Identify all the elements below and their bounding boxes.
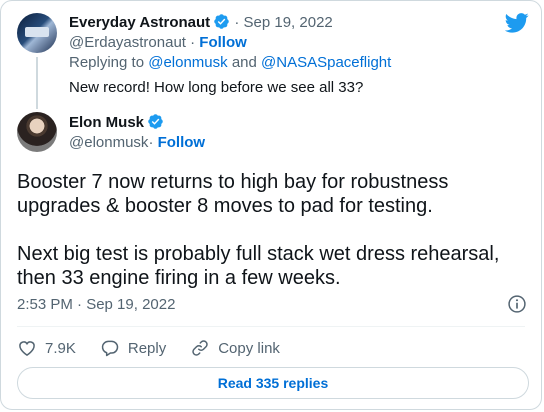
separator: · <box>148 134 154 151</box>
avatar[interactable] <box>17 112 57 152</box>
like-button[interactable]: 7.9K <box>17 338 76 358</box>
heart-icon <box>19 341 35 356</box>
parent-handle-line: @Erdayastronaut · Follow <box>69 33 247 53</box>
verified-badge-icon <box>148 114 163 129</box>
author-name[interactable]: Elon Musk <box>69 114 144 131</box>
tweet-actions: 7.9K Reply Copy link <box>17 336 304 360</box>
separator: · <box>234 14 240 31</box>
info-icon[interactable] <box>507 294 527 314</box>
speech-bubble-icon <box>101 340 119 357</box>
follow-button[interactable]: Follow <box>199 34 247 51</box>
twitter-bird-icon[interactable] <box>505 13 529 33</box>
divider <box>17 326 525 327</box>
replying-to-label: Replying to <box>69 54 145 71</box>
tweet-paragraph: Next big test is probably full stack wet… <box>17 243 500 289</box>
parent-tweet-text: New record! How long before we see all 3… <box>69 79 364 96</box>
separator: · <box>190 34 196 51</box>
tweet-embed-card: Everyday Astronaut · Sep 19, 2022 @Erday… <box>0 0 542 410</box>
replying-to-line: Replying to @elonmusk and @NASASpaceflig… <box>69 53 391 73</box>
tweet-paragraph: Booster 7 now returns to high bay for ro… <box>17 171 449 217</box>
author-handle[interactable]: @Erdayastronaut <box>69 34 186 51</box>
like-count: 7.9K <box>45 339 76 357</box>
main-handle-line: @elonmusk· Follow <box>69 133 205 153</box>
follow-button[interactable]: Follow <box>158 134 206 151</box>
and-label: and <box>231 54 257 71</box>
link-icon <box>192 340 208 356</box>
reply-mention-nasaspaceflight[interactable]: @NASASpaceflight <box>261 54 391 71</box>
tweet-timestamp[interactable]: 2:53 PM · Sep 19, 2022 <box>17 295 175 315</box>
avatar[interactable] <box>17 13 57 53</box>
reply-button[interactable]: Reply <box>100 338 166 358</box>
copy-link-label: Copy link <box>218 339 280 357</box>
parent-tweet-header: Everyday Astronaut · Sep 19, 2022 <box>69 13 333 33</box>
copy-link-button[interactable]: Copy link <box>190 338 280 358</box>
author-handle[interactable]: @elonmusk <box>69 134 148 151</box>
tweet-date[interactable]: Sep 19, 2022 <box>244 14 333 31</box>
reply-label: Reply <box>127 339 167 357</box>
thread-connector-line <box>36 57 38 109</box>
tweet-text: Booster 7 now returns to high bay for ro… <box>17 170 525 290</box>
read-replies-button[interactable]: Read 335 replies <box>17 367 529 399</box>
reply-mention-elonmusk[interactable]: @elonmusk <box>148 54 227 71</box>
main-tweet-header: Elon Musk <box>69 113 164 133</box>
verified-badge-icon <box>214 14 229 29</box>
author-name[interactable]: Everyday Astronaut <box>69 14 210 31</box>
